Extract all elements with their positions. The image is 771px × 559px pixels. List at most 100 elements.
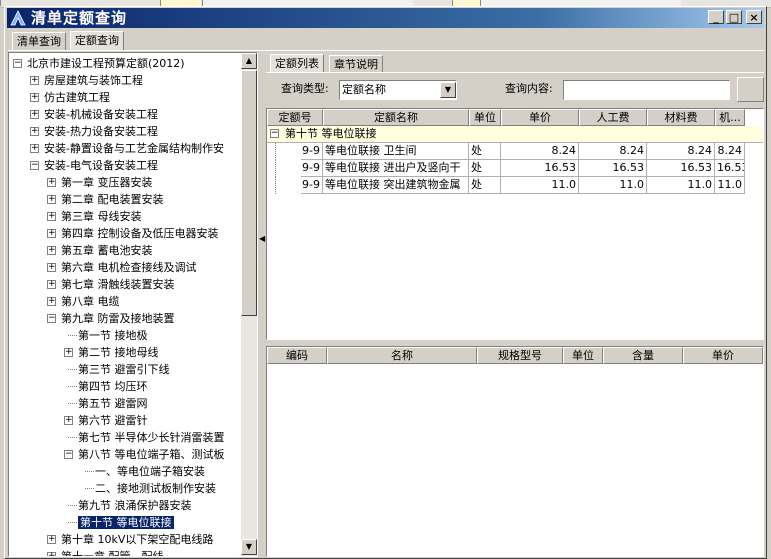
expand-icon[interactable]: + <box>47 195 56 204</box>
scroll-thumb[interactable] <box>241 70 257 316</box>
expand-icon[interactable]: + <box>47 297 56 306</box>
table-cell[interactable]: 16.53 <box>579 160 647 177</box>
search-button[interactable] <box>737 77 764 102</box>
tree-item[interactable]: 安装-热力设备安装工程 <box>44 123 158 140</box>
tree-item[interactable]: 第四章 控制设备及低压电器安装 <box>61 225 219 242</box>
column-header[interactable]: 编码 <box>267 347 327 364</box>
query-type-select[interactable]: 定额名称 ▼ <box>339 80 457 100</box>
table-cell[interactable]: 等电位联接 进出户及竖向干 <box>323 160 469 177</box>
column-header[interactable]: 材料费 <box>647 109 715 126</box>
column-header[interactable]: 单价 <box>501 109 579 126</box>
tree-scrollbar[interactable]: ▲ ▼ <box>241 53 257 556</box>
table-cell[interactable]: 8.24 <box>579 143 647 160</box>
table-cell[interactable]: 16.53 <box>501 160 579 177</box>
table-cell[interactable]: 11.0 <box>501 177 579 194</box>
query-content-input[interactable] <box>563 80 730 100</box>
tree-item[interactable]: 第九节 浪涌保护器安装 <box>78 497 192 514</box>
table-cell[interactable]: 9-9 <box>301 177 323 194</box>
expand-icon[interactable]: + <box>30 93 39 102</box>
tree-item[interactable]: 第八节 等电位端子箱、测试板 <box>78 446 225 463</box>
tree-item[interactable]: 第六章 电机检查接线及调试 <box>61 259 197 276</box>
table-cell[interactable]: 11.0 <box>715 177 745 194</box>
tree-item[interactable]: 第三节 避雷引下线 <box>78 361 170 378</box>
expand-icon[interactable]: + <box>47 246 56 255</box>
tree-item[interactable]: 第五节 避雷网 <box>78 395 148 412</box>
tree-item[interactable]: 第九章 防雷及接地装置 <box>61 310 175 327</box>
expand-icon[interactable]: + <box>47 535 56 544</box>
expand-icon[interactable]: + <box>47 552 56 556</box>
expand-icon[interactable]: + <box>47 280 56 289</box>
tree-item[interactable]: 第二节 接地母线 <box>78 344 159 361</box>
title-bar[interactable]: 清单定额查询 _ □ × <box>7 8 764 28</box>
chapter-tree[interactable]: 北京市建设工程预算定额(2012) − 房屋建筑与装饰工程 + 仿古建筑工程 + 安装-机械… <box>8 52 258 557</box>
quota-table[interactable]: 定额号 定额名称 单位 单价 人工费 材料费 机... − 第十节 等电位联接 9-9 等电位… <box>266 108 764 340</box>
column-header[interactable]: 人工费 <box>579 109 647 126</box>
group-collapse-icon[interactable]: − <box>270 129 279 138</box>
table-cell[interactable]: 处 <box>469 143 501 160</box>
table-cell[interactable]: 8.24 <box>501 143 579 160</box>
tree-item[interactable]: 一、等电位端子箱安装 <box>95 463 205 480</box>
column-header[interactable]: 单位 <box>469 109 501 126</box>
column-header[interactable]: 规格型号 <box>477 347 563 364</box>
expand-icon[interactable]: + <box>64 348 73 357</box>
tab-bill-query[interactable]: 清单查询 <box>12 32 66 50</box>
tree-item[interactable]: 第十章 10kV以下架空配电线路 <box>61 531 213 548</box>
tree-item[interactable]: 第六节 避雷针 <box>78 412 148 429</box>
tree-item[interactable]: 安装-静置设备与工艺金属结构制作安 <box>44 140 224 157</box>
tree-item[interactable]: 第十节 等电位联接 <box>78 514 174 531</box>
column-header[interactable]: 机... <box>715 109 745 126</box>
table-cell[interactable]: 16.53 <box>647 160 715 177</box>
tree-item[interactable]: 第三章 母线安装 <box>61 208 142 225</box>
tree-item[interactable]: 第二章 配电装置安装 <box>61 191 164 208</box>
table-cell[interactable]: 处 <box>469 160 501 177</box>
panel-splitter[interactable]: ◀ <box>258 52 266 557</box>
collapse-icon[interactable]: − <box>47 314 56 323</box>
column-header[interactable]: 单价 <box>683 347 763 364</box>
tab-chapter-notes[interactable]: 章节说明 <box>329 55 383 73</box>
table-cell[interactable]: 9-9 <box>301 160 323 177</box>
close-button[interactable]: × <box>746 10 762 24</box>
tree-item[interactable]: 第一章 变压器安装 <box>61 174 153 191</box>
tree-item[interactable]: 第八章 电缆 <box>61 293 120 310</box>
expand-icon[interactable]: + <box>47 178 56 187</box>
tree-item[interactable]: 第七章 滑触线装置安装 <box>61 276 175 293</box>
column-header[interactable]: 名称 <box>327 347 477 364</box>
table-cell[interactable]: 11.0 <box>647 177 715 194</box>
tree-item[interactable]: 第十一章 配管、配线 <box>61 548 164 556</box>
table-cell[interactable]: 处 <box>469 177 501 194</box>
column-header[interactable]: 定额名称 <box>323 109 469 126</box>
tree-item[interactable]: 二、接地测试板制作安装 <box>95 480 216 497</box>
tree-item[interactable]: 仿古建筑工程 <box>44 89 110 106</box>
resource-detail-table[interactable]: 编码 名称 规格型号 单位 含量 单价 <box>266 346 764 557</box>
tab-quota-query[interactable]: 定额查询 <box>70 31 124 50</box>
tree-item[interactable]: 安装-机械设备安装工程 <box>44 106 158 123</box>
column-header[interactable]: 单位 <box>563 347 603 364</box>
expand-icon[interactable]: + <box>30 127 39 136</box>
chevron-down-icon[interactable]: ▼ <box>440 82 456 98</box>
table-cell[interactable]: 9-9 <box>301 143 323 160</box>
table-cell[interactable]: 8.24 <box>647 143 715 160</box>
table-cell[interactable]: 等电位联接 突出建筑物金属 <box>323 177 469 194</box>
tree-item[interactable]: 房屋建筑与装饰工程 <box>44 72 143 89</box>
collapse-icon[interactable]: − <box>30 161 39 170</box>
expand-icon[interactable]: + <box>47 212 56 221</box>
expand-icon[interactable]: + <box>30 110 39 119</box>
expand-icon[interactable]: + <box>47 229 56 238</box>
column-header[interactable]: 含量 <box>603 347 683 364</box>
tree-item[interactable]: 安装-电气设备安装工程 <box>44 157 158 174</box>
tree-item[interactable]: 第一节 接地极 <box>78 327 148 344</box>
expand-icon[interactable]: + <box>47 263 56 272</box>
expand-icon[interactable]: + <box>64 416 73 425</box>
tree-item[interactable]: 第四节 均压环 <box>78 378 148 395</box>
column-header[interactable]: 定额号 <box>267 109 323 126</box>
table-cell[interactable]: 等电位联接 卫生间 <box>323 143 469 160</box>
maximize-button[interactable]: □ <box>726 10 742 24</box>
minimize-button[interactable]: _ <box>708 10 724 24</box>
table-cell[interactable]: 11.0 <box>579 177 647 194</box>
expand-icon[interactable]: + <box>30 76 39 85</box>
scroll-up-button[interactable]: ▲ <box>241 53 257 69</box>
tree-item[interactable]: 第五章 蓄电池安装 <box>61 242 153 259</box>
table-cell[interactable]: 8.24 <box>715 143 745 160</box>
tree-item[interactable]: 北京市建设工程预算定额(2012) <box>27 55 185 72</box>
table-cell[interactable]: 16.53 <box>715 160 745 177</box>
